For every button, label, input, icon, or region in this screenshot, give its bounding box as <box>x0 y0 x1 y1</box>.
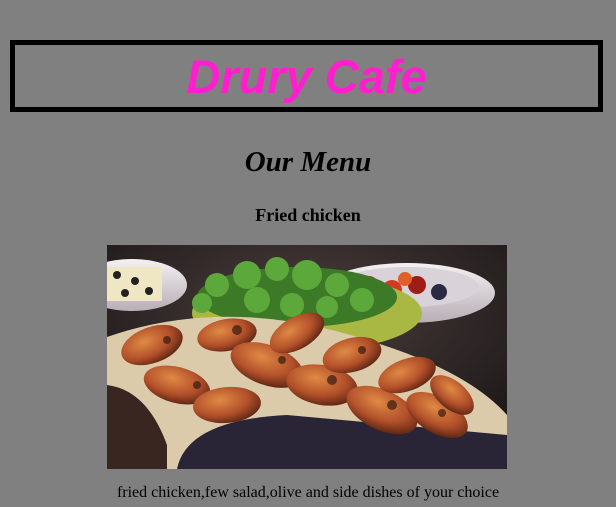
dish-title: Fried chicken <box>255 205 361 225</box>
fried-chicken-photo <box>107 245 507 469</box>
site-header: Drury Cafe <box>10 40 603 112</box>
dish-description: fried chicken,few salad,olive and side d… <box>116 484 500 501</box>
menu-heading: Our Menu <box>244 146 372 178</box>
site-title: Drury Cafe <box>186 49 427 103</box>
